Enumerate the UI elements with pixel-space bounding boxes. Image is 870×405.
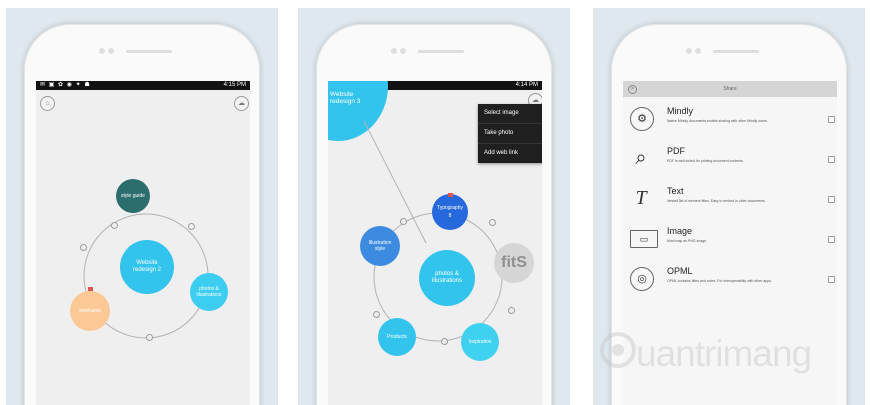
node-typography[interactable]: Typography 8 [432, 194, 468, 230]
orbit-handle[interactable] [146, 334, 153, 341]
speaker-grille [418, 50, 464, 53]
lightbulb-icon [600, 332, 636, 368]
share-option-title: Text [667, 186, 684, 196]
phone-frame: ✉ ▣ ✿ ◉ ✦ ☗ 4:15 PM ⌂ ☁ style guide Webs… [24, 24, 260, 405]
flag-icon [88, 287, 93, 291]
share-option-title: Mindly [667, 106, 694, 116]
camera-dot [391, 48, 397, 54]
node-wireframe[interactable]: wireframe [70, 291, 110, 331]
node-badge: 8 [448, 213, 452, 219]
mindmap-screen: ✉ ▣ ✿ ◉ ✦ ☗ 4:14 PM Website redesign 3 ☁… [328, 81, 542, 405]
menu-item-take-photo[interactable]: Take photo [478, 124, 542, 144]
sensor-dot [108, 48, 114, 54]
pdf-icon: ⌕ [635, 147, 647, 169]
share-option-title: PDF [667, 146, 685, 156]
sensor-dot [695, 48, 701, 54]
share-option-title: Image [667, 226, 693, 236]
node-inspiration[interactable]: Inspiration [461, 323, 499, 361]
node-photos-illustrations[interactable]: photos & illustrations [190, 273, 228, 311]
opml-icon: ◎ [630, 267, 654, 291]
orbit-handle[interactable] [188, 223, 195, 230]
phone-frame: ✉ ▣ ✿ ◉ ✦ ☗ 4:14 PM Website redesign 3 ☁… [316, 24, 552, 405]
share-checkbox[interactable] [828, 156, 835, 163]
context-menu: Select image Take photo Add web link [478, 104, 542, 163]
node-products[interactable]: Products [378, 318, 416, 356]
share-option-opml[interactable]: ◎ OPML OPML contains titles and notes. F… [623, 261, 837, 301]
node-center[interactable]: photos & illustrations [419, 250, 475, 306]
flag-icon [448, 193, 453, 197]
mindly-icon: ⚙ [630, 107, 654, 131]
node-image-text: fitS [501, 254, 527, 271]
node-label: photos & illustrations [431, 271, 462, 284]
watermark-text: uantrimang [636, 333, 812, 374]
panel-mindmap-home: ✉ ▣ ✿ ◉ ✦ ☗ 4:15 PM ⌂ ☁ style guide Webs… [6, 8, 278, 405]
node-style-guide[interactable]: style guide [116, 179, 150, 213]
share-option-text[interactable]: T Text Nested list of element titles. Ea… [623, 181, 837, 221]
share-option-desc: Native Mindly documents enable sharing w… [667, 119, 768, 123]
node-label: photos & illustrations [196, 286, 222, 298]
speaker-grille [126, 50, 172, 53]
camera-dot [686, 48, 692, 54]
share-header: × Share [623, 81, 837, 97]
orbit-handle[interactable] [111, 222, 118, 229]
node-label: Products [387, 334, 407, 340]
orbit-handle[interactable] [489, 219, 496, 226]
image-icon: ▭ [630, 230, 658, 248]
share-checkbox[interactable] [828, 196, 835, 203]
menu-item-select-image[interactable]: Select image [478, 104, 542, 124]
share-option-desc: OPML contains titles and notes. For inte… [667, 279, 772, 283]
share-option-desc: Mind map as PNG image. [667, 239, 708, 243]
node-label: Typography [436, 205, 464, 211]
sensor-dot [400, 48, 406, 54]
mindmap-screen: ✉ ▣ ✿ ◉ ✦ ☗ 4:15 PM ⌂ ☁ style guide Webs… [36, 81, 250, 405]
orbit-handle[interactable] [441, 338, 448, 345]
panel-mindmap-menu: ✉ ▣ ✿ ◉ ✦ ☗ 4:14 PM Website redesign 3 ☁… [298, 8, 570, 405]
menu-item-add-web-link[interactable]: Add web link [478, 144, 542, 163]
share-option-title: OPML [667, 266, 693, 276]
share-option-image[interactable]: ▭ Image Mind map as PNG image. [623, 221, 837, 261]
node-center[interactable]: Website redesign 2 [120, 240, 174, 294]
node-label: Inspiration [468, 339, 492, 345]
orbit-handle[interactable] [400, 218, 407, 225]
speaker-grille [713, 50, 759, 53]
share-title: Share [723, 86, 737, 92]
orbit-handle[interactable] [80, 244, 87, 251]
share-checkbox[interactable] [828, 276, 835, 283]
node-illustration-style[interactable]: Illustration style [360, 226, 400, 266]
node-image[interactable]: fitS [494, 243, 534, 283]
share-option-desc: Nested list of element titles. Easy to e… [667, 199, 766, 203]
node-label: Website redesign 2 [132, 260, 162, 273]
watermark: uantrimang [598, 326, 868, 386]
share-checkbox[interactable] [828, 236, 835, 243]
orbit-handle[interactable] [373, 311, 380, 318]
share-option-mindly[interactable]: ⚙ Mindly Native Mindly documents enable … [623, 101, 837, 141]
share-option-pdf[interactable]: ⌕ PDF PDF is well suited for printing do… [623, 141, 837, 181]
text-icon: T [635, 187, 647, 209]
node-label: wireframe [79, 308, 101, 314]
close-icon[interactable]: × [628, 85, 637, 94]
camera-dot [99, 48, 105, 54]
node-label: Illustration style [368, 240, 392, 252]
node-label: style guide [121, 193, 145, 199]
share-checkbox[interactable] [828, 116, 835, 123]
orbit-handle[interactable] [508, 307, 515, 314]
share-option-desc: PDF is well suited for printing document… [667, 159, 744, 163]
